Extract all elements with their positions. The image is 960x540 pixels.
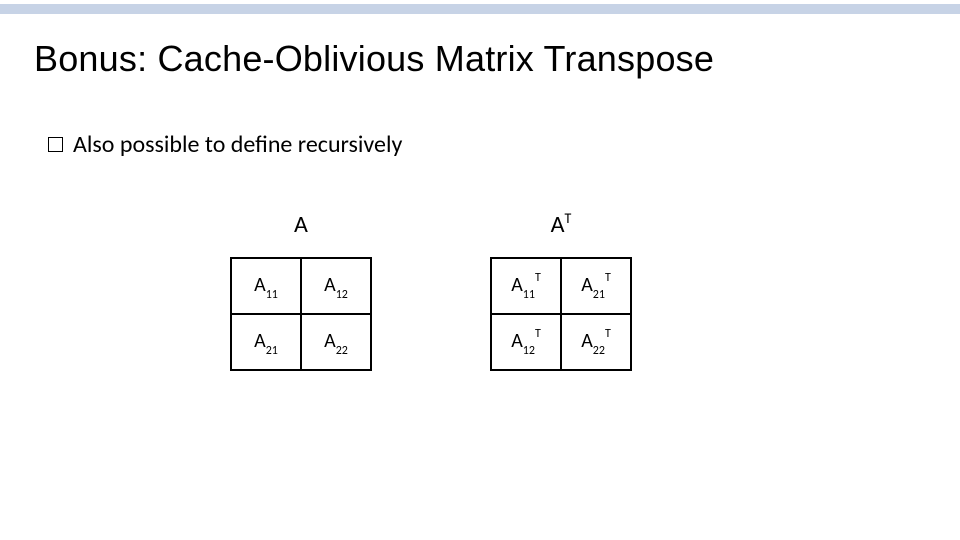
bullet-item: Also possible to define recursively bbox=[48, 130, 402, 159]
cell-sup: T bbox=[535, 327, 541, 341]
cell-sub: 12 bbox=[336, 288, 348, 302]
cell-base: A bbox=[254, 329, 266, 353]
cell-base: A bbox=[511, 273, 523, 297]
matrix-A-cell-12: A12 bbox=[301, 258, 371, 314]
cell-sub: 11 bbox=[523, 288, 535, 302]
matrix-AT-cell-21: A12T bbox=[491, 314, 561, 370]
cell-sub: 11 bbox=[266, 288, 278, 302]
bullet-text: Also possible to define recursively bbox=[73, 130, 402, 159]
cell-base: A bbox=[324, 329, 336, 353]
matrix-AT-label-base: A bbox=[551, 210, 565, 239]
cell-sub: 12 bbox=[523, 344, 535, 358]
cell-sub: 21 bbox=[593, 288, 605, 302]
matrix-A-block: A A11 A12 A21 A22 bbox=[230, 210, 372, 371]
slide-title: Bonus: Cache-Oblivious Matrix Transpose bbox=[34, 38, 714, 80]
matrix-AT-cell-22: A22T bbox=[561, 314, 631, 370]
matrix-AT-label-sup: T bbox=[565, 210, 572, 227]
cell-base: A bbox=[581, 273, 593, 297]
top-accent-bar bbox=[0, 4, 960, 14]
matrix-A-label-base: A bbox=[294, 210, 308, 239]
cell-base: A bbox=[511, 329, 523, 353]
matrix-A-grid: A11 A12 A21 A22 bbox=[230, 257, 372, 371]
slide: Bonus: Cache-Oblivious Matrix Transpose … bbox=[0, 0, 960, 540]
cell-sup: T bbox=[605, 271, 611, 285]
cell-sub: 22 bbox=[336, 344, 348, 358]
cell-base: A bbox=[581, 329, 593, 353]
cell-sub: 22 bbox=[593, 344, 605, 358]
matrix-AT-grid: A11T A21T A12T A22T bbox=[490, 257, 632, 371]
cell-sup: T bbox=[605, 327, 611, 341]
matrix-AT-label: AT bbox=[490, 210, 632, 239]
cell-sup: T bbox=[535, 271, 541, 285]
matrix-A-cell-11: A11 bbox=[231, 258, 301, 314]
matrix-AT-block: AT A11T A21T A12T A22T bbox=[490, 210, 632, 371]
cell-base: A bbox=[254, 273, 266, 297]
matrix-A-label: A bbox=[230, 210, 372, 239]
matrix-AT-cell-11: A11T bbox=[491, 258, 561, 314]
cell-base: A bbox=[324, 273, 336, 297]
matrix-AT-cell-12: A21T bbox=[561, 258, 631, 314]
square-bullet-icon bbox=[48, 137, 63, 152]
cell-sub: 21 bbox=[266, 344, 278, 358]
matrix-A-cell-21: A21 bbox=[231, 314, 301, 370]
matrix-A-cell-22: A22 bbox=[301, 314, 371, 370]
